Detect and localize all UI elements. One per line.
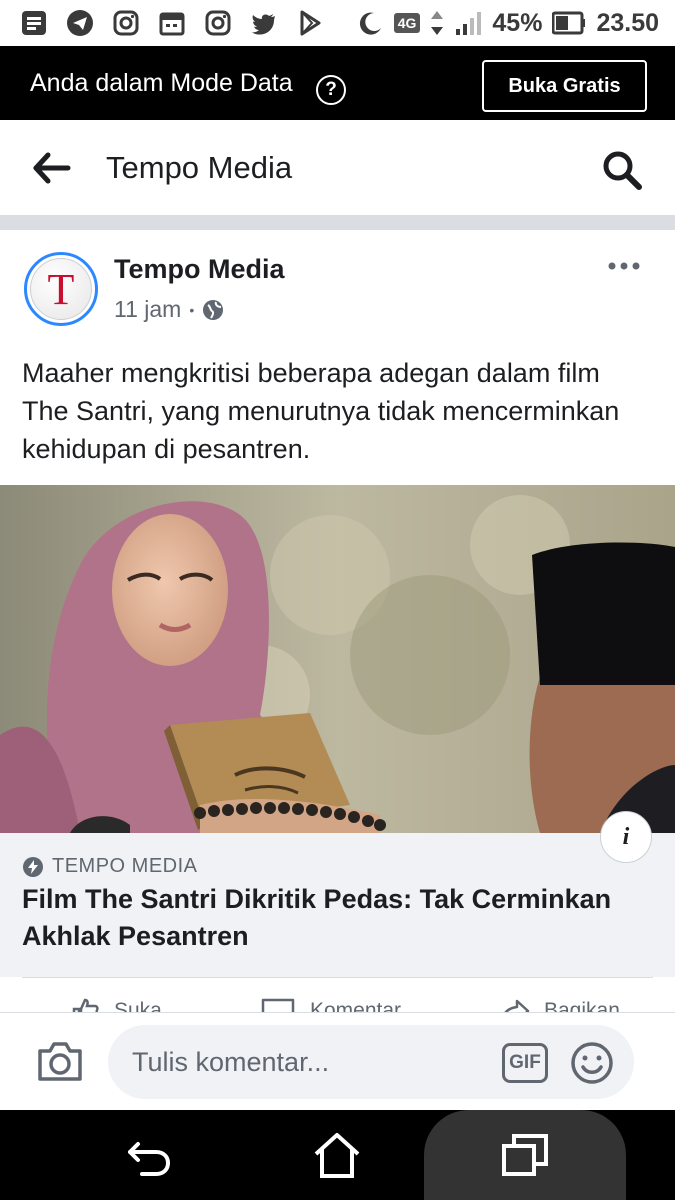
comment-composer: Tulis komentar... GIF: [0, 1012, 675, 1110]
moon-icon: [359, 12, 381, 35]
instagram-icon: [205, 10, 231, 36]
network-type: 4G: [393, 13, 421, 33]
link-source: TEMPO MEDIA: [22, 855, 198, 878]
back-icon[interactable]: [124, 1130, 174, 1180]
post-author[interactable]: Tempo Media: [114, 254, 285, 285]
post-time[interactable]: 11 jam: [114, 296, 181, 323]
post-meta: 11 jam •: [114, 296, 224, 323]
post-text: Maaher mengkritisi beberapa adegan dalam…: [22, 358, 620, 464]
camera-icon[interactable]: [36, 1039, 84, 1083]
help-icon[interactable]: ?: [316, 75, 346, 105]
tempo-logo: T: [30, 258, 92, 320]
post-actions: Suka Komentar Bagikan: [0, 978, 675, 1014]
search-icon[interactable]: [602, 150, 642, 190]
feed-separator: [0, 216, 675, 230]
status-bar: 4G 45% 23.50: [0, 0, 675, 46]
battery-icon: [552, 11, 586, 35]
feed-post: T Tempo Media 11 jam • Maaher mengkritis…: [0, 230, 675, 1020]
post-image[interactable]: [0, 485, 675, 833]
twitter-icon: [252, 14, 275, 35]
notes-icon: [22, 11, 46, 35]
link-preview[interactable]: TEMPO MEDIA Film The Santri Dikritik Ped…: [0, 833, 675, 977]
comment-input[interactable]: Tulis komentar... GIF: [108, 1025, 634, 1099]
link-source-label: TEMPO MEDIA: [52, 855, 198, 877]
gif-icon[interactable]: GIF: [502, 1043, 548, 1083]
data-arrows-icon: [431, 11, 444, 35]
emoji-icon[interactable]: [570, 1041, 614, 1085]
link-title[interactable]: Film The Santri Dikritik Pedas: Tak Cerm…: [22, 881, 662, 955]
data-mode-message: Anda dalam Mode Data: [30, 68, 293, 97]
signal-icon: [456, 12, 482, 35]
clock: 23.50: [596, 8, 659, 37]
home-icon[interactable]: [312, 1130, 362, 1180]
globe-icon: [203, 299, 224, 320]
play-store-icon: [300, 10, 321, 36]
page-title: Tempo Media: [106, 150, 293, 185]
back-arrow-icon[interactable]: [32, 150, 72, 186]
recent-apps-icon[interactable]: [500, 1130, 550, 1180]
open-free-button[interactable]: Buka Gratis: [482, 60, 647, 112]
info-button[interactable]: i: [600, 811, 652, 863]
telegram-icon: [67, 10, 93, 36]
calendar-icon: [159, 12, 185, 36]
comment-placeholder: Tulis komentar...: [132, 1046, 330, 1077]
instant-article-icon: [23, 856, 43, 877]
more-options-icon[interactable]: [606, 256, 642, 276]
avatar[interactable]: T: [24, 252, 98, 326]
battery-percent: 45%: [492, 8, 543, 37]
page-header: Tempo Media: [0, 120, 675, 216]
meta-separator: •: [189, 301, 195, 318]
system-nav-bar: [0, 1110, 675, 1200]
instagram-icon: [113, 10, 139, 36]
